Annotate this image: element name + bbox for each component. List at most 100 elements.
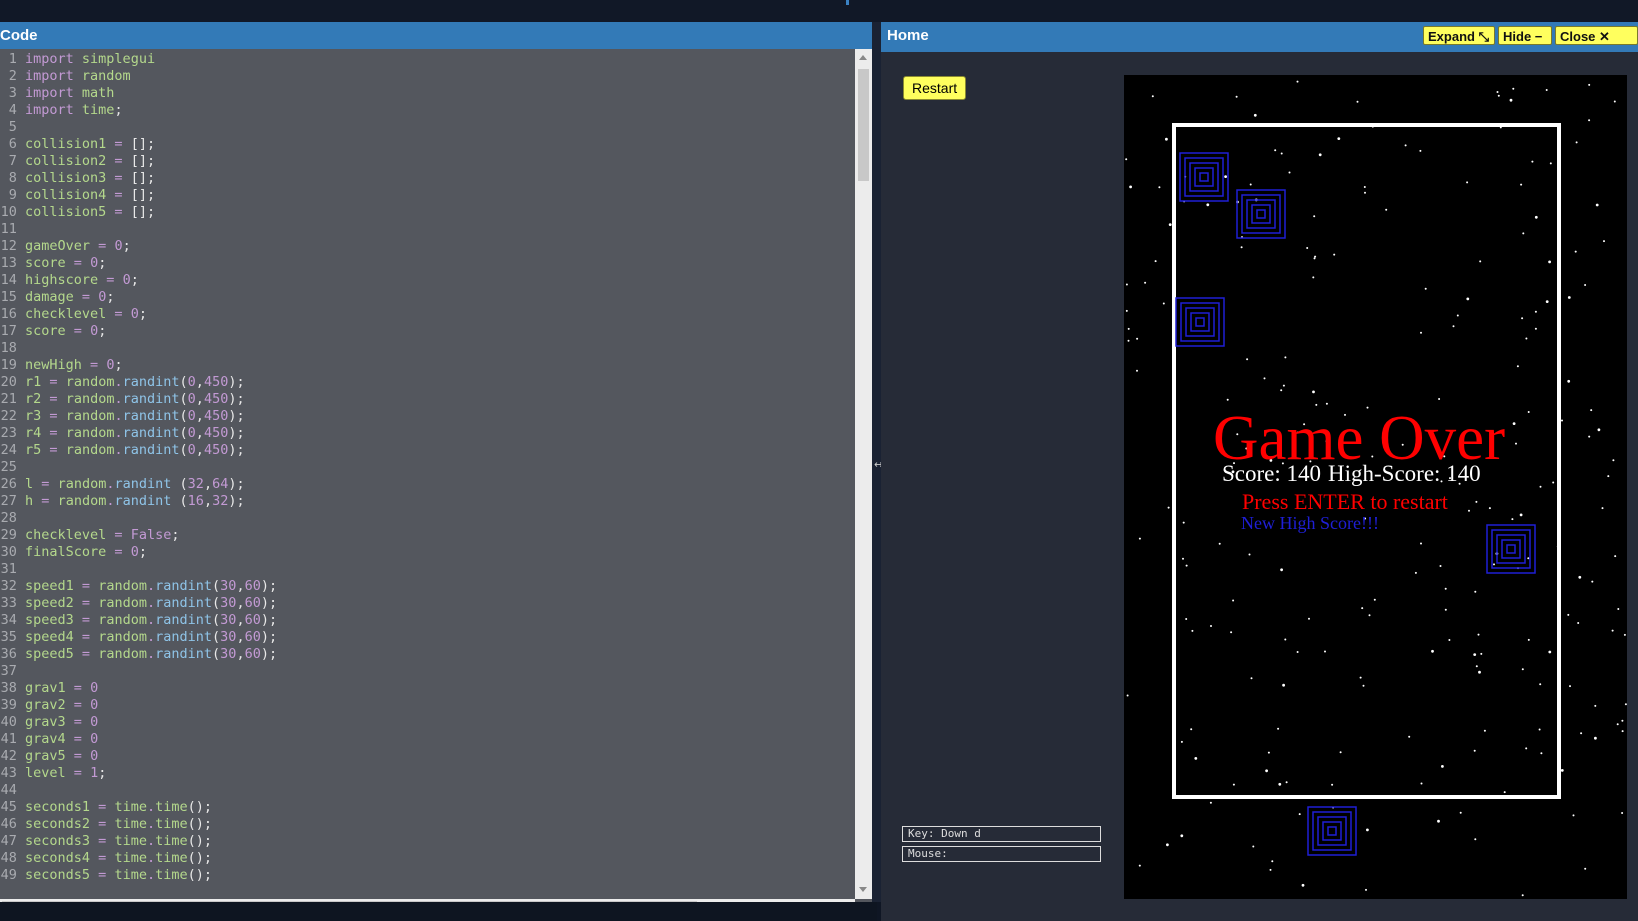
code-text: grav3 = 0 — [25, 714, 98, 730]
code-token: ( — [179, 493, 188, 509]
line-number: 6 — [8, 136, 25, 152]
star — [1521, 317, 1524, 320]
code-token: r2 — [25, 391, 42, 407]
code-token: 0 — [90, 680, 99, 696]
code-text: grav4 = 0 — [25, 731, 98, 747]
close-button[interactable]: Close ✕ — [1555, 26, 1638, 45]
line-number: 11 — [0, 221, 25, 237]
star — [1274, 149, 1277, 152]
code-token: = — [73, 323, 82, 339]
code-vertical-scrollbar[interactable] — [855, 49, 872, 899]
code-token: 0 — [90, 748, 99, 764]
star — [1404, 144, 1407, 147]
code-line: 5 — [0, 119, 855, 136]
code-token: ; — [146, 170, 156, 186]
star — [1125, 158, 1128, 161]
code-token: ; — [171, 527, 180, 543]
star — [1552, 481, 1555, 484]
code-token: 0 — [90, 731, 99, 747]
block-outline — [1246, 199, 1276, 229]
star — [1607, 475, 1610, 478]
code-line: 4 import time; — [0, 102, 855, 119]
code-text: collision5 = []; — [25, 204, 155, 220]
code-token: 450 — [203, 408, 229, 424]
star — [1617, 608, 1620, 610]
expand-button[interactable]: Expand ⤡ — [1423, 26, 1495, 45]
code-token: ; — [114, 357, 123, 373]
scroll-up-arrow-icon[interactable] — [859, 55, 867, 60]
code-token: 30 — [220, 595, 237, 611]
code-token: time — [155, 850, 188, 866]
scrollbar-thumb[interactable] — [858, 69, 869, 181]
star — [1277, 727, 1280, 730]
code-token: = — [73, 748, 82, 764]
star — [1588, 435, 1591, 438]
star — [1180, 834, 1184, 838]
game-canvas[interactable]: Game Over Score: 140 High-Score: 140 Pre… — [1124, 75, 1627, 899]
star — [1129, 185, 1132, 189]
star — [1584, 284, 1587, 286]
code-token: r4 — [25, 425, 42, 441]
code-token: 0 — [122, 272, 131, 288]
star — [1366, 828, 1369, 832]
code-token: import — [25, 85, 74, 101]
code-token: random — [98, 612, 147, 628]
code-token: speed1 — [25, 578, 74, 594]
star — [1278, 782, 1282, 786]
code-token: ; — [98, 765, 107, 781]
star — [1594, 736, 1597, 740]
star — [1527, 411, 1530, 413]
code-token: . — [146, 629, 156, 645]
star — [1527, 638, 1530, 641]
star — [1623, 633, 1626, 636]
code-token: , — [195, 391, 204, 407]
restart-button[interactable]: Restart — [903, 76, 967, 100]
star — [1431, 649, 1434, 653]
restart-prompt-text: Press ENTER to restart — [1242, 489, 1448, 514]
code-token: = — [81, 289, 91, 305]
star — [1488, 507, 1491, 510]
code-token: 60 — [244, 646, 261, 662]
star — [1549, 162, 1552, 165]
star — [1185, 564, 1188, 567]
code-token: seconds1 — [25, 799, 91, 815]
star — [1493, 563, 1495, 566]
block-outline — [1190, 312, 1210, 332]
star — [1263, 377, 1266, 380]
code-token: collision2 — [25, 153, 107, 169]
line-number: 26 — [0, 476, 25, 492]
code-token: . — [146, 833, 156, 849]
star — [1182, 557, 1184, 560]
code-token: = — [81, 595, 91, 611]
code-token: 0 — [90, 714, 99, 730]
star — [1621, 812, 1624, 814]
code-token: = — [49, 391, 58, 407]
star — [1312, 390, 1315, 394]
block-outline — [1189, 162, 1219, 192]
hide-button[interactable]: Hide − — [1498, 26, 1552, 45]
star — [1280, 568, 1283, 572]
code-token: [ — [130, 136, 139, 152]
code-line: 17 score = 0; — [0, 323, 855, 340]
code-token: = — [49, 442, 58, 458]
code-token: time — [114, 833, 147, 849]
line-number: 21 — [0, 391, 25, 407]
block-outline — [1179, 152, 1229, 202]
pane-splitter[interactable]: ↔ — [872, 22, 883, 902]
line-number: 3 — [8, 85, 25, 101]
code-text: import random — [25, 68, 131, 84]
code-editor[interactable]: 1 import simplegui 2 import random 3 impor… — [0, 51, 855, 909]
code-line: 13 score = 0; — [0, 255, 855, 272]
code-token: ( — [179, 476, 188, 492]
code-line: 19 newHigh = 0; — [0, 357, 855, 374]
scroll-down-arrow-icon[interactable] — [859, 887, 867, 892]
code-text: collision1 = []; — [25, 136, 155, 152]
code-token: ; — [268, 595, 278, 611]
star — [1468, 509, 1470, 512]
